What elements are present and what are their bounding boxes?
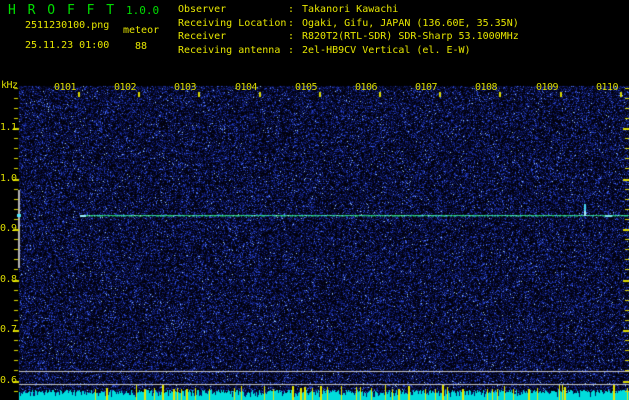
station-row-label: Receiving antenna <box>178 45 281 56</box>
time-tick-label: 0107 <box>415 82 438 93</box>
mode-label: meteor <box>123 25 160 36</box>
time-tick-label: 0110 <box>596 82 619 93</box>
station-row-label: Observer <box>178 4 227 15</box>
freq-tick-label: 0.9 <box>0 223 17 234</box>
freq-axis-unit-label: kHz <box>1 80 18 91</box>
time-tick-label: 0109 <box>536 82 559 93</box>
station-row-label: Receiver <box>178 31 227 42</box>
freq-tick-label: 0.6 <box>0 375 17 386</box>
time-tick-label: 0105 <box>295 82 318 93</box>
time-tick-label: 0103 <box>174 82 197 93</box>
freq-tick-label: 0.7 <box>0 324 17 335</box>
freq-tick-label: 1.1 <box>0 122 17 133</box>
station-row-value: 2el-HB9CV Vertical (el. E-W) <box>302 45 471 56</box>
spectrogram-canvas <box>0 0 629 400</box>
echo-count: 88 <box>135 41 148 52</box>
station-row-value: R820T2(RTL-SDR) SDR-Sharp 53.1000MHz <box>302 31 519 42</box>
station-row-label: Receiving Location <box>178 18 287 29</box>
station-row-separator: : <box>288 18 295 29</box>
station-row-value: Ogaki, Gifu, JAPAN (136.60E, 35.35N) <box>302 18 519 29</box>
time-tick-label: 0104 <box>235 82 258 93</box>
hrofft-window: H R O F F T 1.0.0 2511230100.png meteor … <box>0 0 629 400</box>
capture-filename: 2511230100.png <box>25 20 110 31</box>
freq-tick-label: 0.8 <box>0 274 17 285</box>
time-tick-label: 0108 <box>475 82 498 93</box>
station-row-separator: : <box>288 45 295 56</box>
app-version: 1.0.0 <box>126 4 160 17</box>
time-tick-label: 0106 <box>355 82 378 93</box>
time-tick-label: 0101 <box>54 82 77 93</box>
station-row-separator: : <box>288 4 295 15</box>
capture-datetime: 25.11.23 01:00 <box>25 40 110 51</box>
station-row-value: Takanori Kawachi <box>302 4 399 15</box>
freq-tick-label: 1.0 <box>0 173 17 184</box>
station-row-separator: : <box>288 31 295 42</box>
time-tick-label: 0102 <box>114 82 137 93</box>
app-title: H R O F F T <box>8 3 117 18</box>
